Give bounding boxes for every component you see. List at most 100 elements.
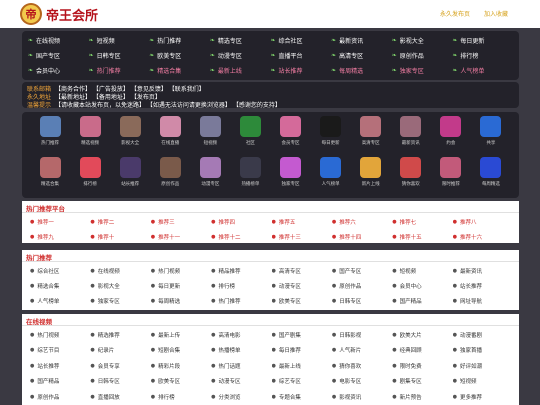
section-link[interactable]: ● 专题合集 <box>272 389 332 405</box>
nav-link[interactable]: ❧ 独家专区 <box>392 64 453 76</box>
section-link[interactable]: ● 欧美专区 <box>272 293 332 308</box>
section-link[interactable]: ● 精选推荐 <box>90 327 150 343</box>
nav-link[interactable]: ❧ 每周精选 <box>331 64 392 76</box>
nav-link[interactable]: ❧ 直播平台 <box>271 49 332 61</box>
section-link[interactable]: ● 国产专区 <box>332 263 392 278</box>
nav-link[interactable]: ❧ 精选专区 <box>210 34 271 46</box>
section-link[interactable]: ● 推荐八 <box>453 214 513 229</box>
section-link[interactable]: ● 剧集专区 <box>392 374 452 390</box>
site-logo[interactable]: 帝 帝王会所 <box>20 2 98 26</box>
section-link[interactable]: ● 精彩片段 <box>151 358 211 374</box>
app-tile[interactable]: 独家专区 <box>270 157 310 194</box>
section-link[interactable]: ● 会员中心 <box>392 278 452 293</box>
app-tile[interactable]: 每周精选 <box>471 157 511 194</box>
section-link[interactable]: ● 影视大全 <box>90 278 150 293</box>
section-link[interactable]: ● 热门推荐 <box>211 293 271 308</box>
section-link[interactable]: ● 原创作品 <box>30 389 90 405</box>
section-link[interactable]: ● 综艺节目 <box>30 343 90 359</box>
nav-link[interactable]: ❧ 热门推荐 <box>89 64 150 76</box>
nav-link[interactable]: ❧ 短视频 <box>89 34 150 46</box>
bookmark-link[interactable]: 加入收藏 <box>484 9 508 18</box>
app-tile[interactable]: 短视频 <box>190 116 230 153</box>
nav-link[interactable]: ❧ 热门推荐 <box>149 34 210 46</box>
section-link[interactable]: ● 最新资讯 <box>453 263 513 278</box>
app-tile[interactable]: 最新资讯 <box>391 116 431 153</box>
section-link[interactable]: ● 原创作品 <box>332 278 392 293</box>
section-link[interactable]: ● 高清电影 <box>211 327 271 343</box>
section-link[interactable]: ● 好评如潮 <box>453 358 513 374</box>
section-link[interactable]: ● 精选合集 <box>30 278 90 293</box>
section-link[interactable]: ● 综艺专区 <box>272 374 332 390</box>
notice-value[interactable]: 【商务合作】 【广告投放】 【意见反馈】 【联系我们】 <box>55 84 205 93</box>
section-link[interactable]: ● 更多推荐 <box>453 389 513 405</box>
app-tile[interactable]: 精选合集 <box>30 157 70 194</box>
section-link[interactable]: ● 推荐五 <box>272 214 332 229</box>
app-tile[interactable]: 每日更新 <box>311 116 351 153</box>
section-link[interactable]: ● 推荐九 <box>30 229 90 244</box>
section-link[interactable]: ● 推荐三 <box>151 214 211 229</box>
nav-link[interactable]: ❧ 最新上线 <box>210 64 271 76</box>
app-tile[interactable]: 排行榜 <box>70 157 110 194</box>
nav-link[interactable]: ❧ 高清专区 <box>331 49 392 61</box>
nav-link[interactable]: ❧ 站长推荐 <box>271 64 332 76</box>
section-link[interactable]: ● 推荐七 <box>392 214 452 229</box>
section-link[interactable]: ● 独家专区 <box>90 293 150 308</box>
app-tile[interactable]: 猜你喜欢 <box>391 157 431 194</box>
section-link[interactable]: ● 国产精品 <box>392 293 452 308</box>
section-link[interactable]: ● 每周精选 <box>151 293 211 308</box>
nav-link[interactable]: ❧ 综合社区 <box>271 34 332 46</box>
section-link[interactable]: ● 排行榜 <box>151 389 211 405</box>
section-link[interactable]: ● 动漫专区 <box>211 374 271 390</box>
section-link[interactable]: ● 每日推荐 <box>272 343 332 359</box>
app-tile[interactable]: 人气榜单 <box>311 157 351 194</box>
section-link[interactable]: ● 站长推荐 <box>453 278 513 293</box>
section-link[interactable]: ● 网址导航 <box>453 293 513 308</box>
section-link[interactable]: ● 推荐十四 <box>332 229 392 244</box>
section-link[interactable]: ● 欧美专区 <box>151 374 211 390</box>
section-link[interactable]: ● 影视资讯 <box>332 389 392 405</box>
app-tile[interactable]: 限时推荐 <box>431 157 471 194</box>
section-link[interactable]: ● 站长推荐 <box>30 358 90 374</box>
nav-link[interactable]: ❧ 影视大全 <box>392 34 453 46</box>
section-link[interactable]: ● 分类浏览 <box>211 389 271 405</box>
app-tile[interactable]: 会员专区 <box>270 116 310 153</box>
nav-link[interactable]: ❧ 动漫专区 <box>210 49 271 61</box>
section-link[interactable]: ● 精品推荐 <box>211 263 271 278</box>
app-tile[interactable]: 动漫专区 <box>190 157 230 194</box>
app-tile[interactable]: 社区 <box>230 116 270 153</box>
section-link[interactable]: ● 最新上传 <box>151 327 211 343</box>
nav-link[interactable]: ❧ 会员中心 <box>28 64 89 76</box>
nav-link[interactable]: ❧ 日韩专区 <box>89 49 150 61</box>
section-link[interactable]: ● 推荐十六 <box>453 229 513 244</box>
section-link[interactable]: ● 推荐十三 <box>272 229 332 244</box>
nav-link[interactable]: ❧ 最新资讯 <box>331 34 392 46</box>
section-link[interactable]: ● 国产剧集 <box>272 327 332 343</box>
section-link[interactable]: ● 纪录片 <box>90 343 150 359</box>
section-link[interactable]: ● 推荐十五 <box>392 229 452 244</box>
app-tile[interactable]: 约会 <box>431 116 471 153</box>
app-tile[interactable]: 共享 <box>471 116 511 153</box>
section-link[interactable]: ● 在线视频 <box>90 263 150 278</box>
section-link[interactable]: ● 热门视频 <box>151 263 211 278</box>
section-link[interactable]: ● 猜你喜欢 <box>332 358 392 374</box>
section-link[interactable]: ● 国产精品 <box>30 374 90 390</box>
section-link[interactable]: ● 热门视频 <box>30 327 90 343</box>
section-link[interactable]: ● 动漫专区 <box>272 278 332 293</box>
section-link[interactable]: ● 短剧合集 <box>151 343 211 359</box>
app-tile[interactable]: 站长推荐 <box>110 157 150 194</box>
section-link[interactable]: ● 推荐十二 <box>211 229 271 244</box>
section-link[interactable]: ● 独家首播 <box>453 343 513 359</box>
nav-link[interactable]: ❧ 精选合集 <box>149 64 210 76</box>
section-link[interactable]: ● 推荐一 <box>30 214 90 229</box>
section-link[interactable]: ● 推荐六 <box>332 214 392 229</box>
section-link[interactable]: ● 短视频 <box>392 263 452 278</box>
section-link[interactable]: ● 经典回顾 <box>392 343 452 359</box>
nav-link[interactable]: ❧ 排行榜 <box>452 49 513 61</box>
app-tile[interactable]: 原创作品 <box>150 157 190 194</box>
app-tile[interactable]: 新片上线 <box>351 157 391 194</box>
nav-link[interactable]: ❧ 欧美专区 <box>149 49 210 61</box>
app-tile[interactable]: 热播榜单 <box>230 157 270 194</box>
section-link[interactable]: ● 电影专区 <box>332 374 392 390</box>
section-link[interactable]: ● 推荐二 <box>90 214 150 229</box>
nav-link[interactable]: ❧ 人气榜单 <box>452 64 513 76</box>
